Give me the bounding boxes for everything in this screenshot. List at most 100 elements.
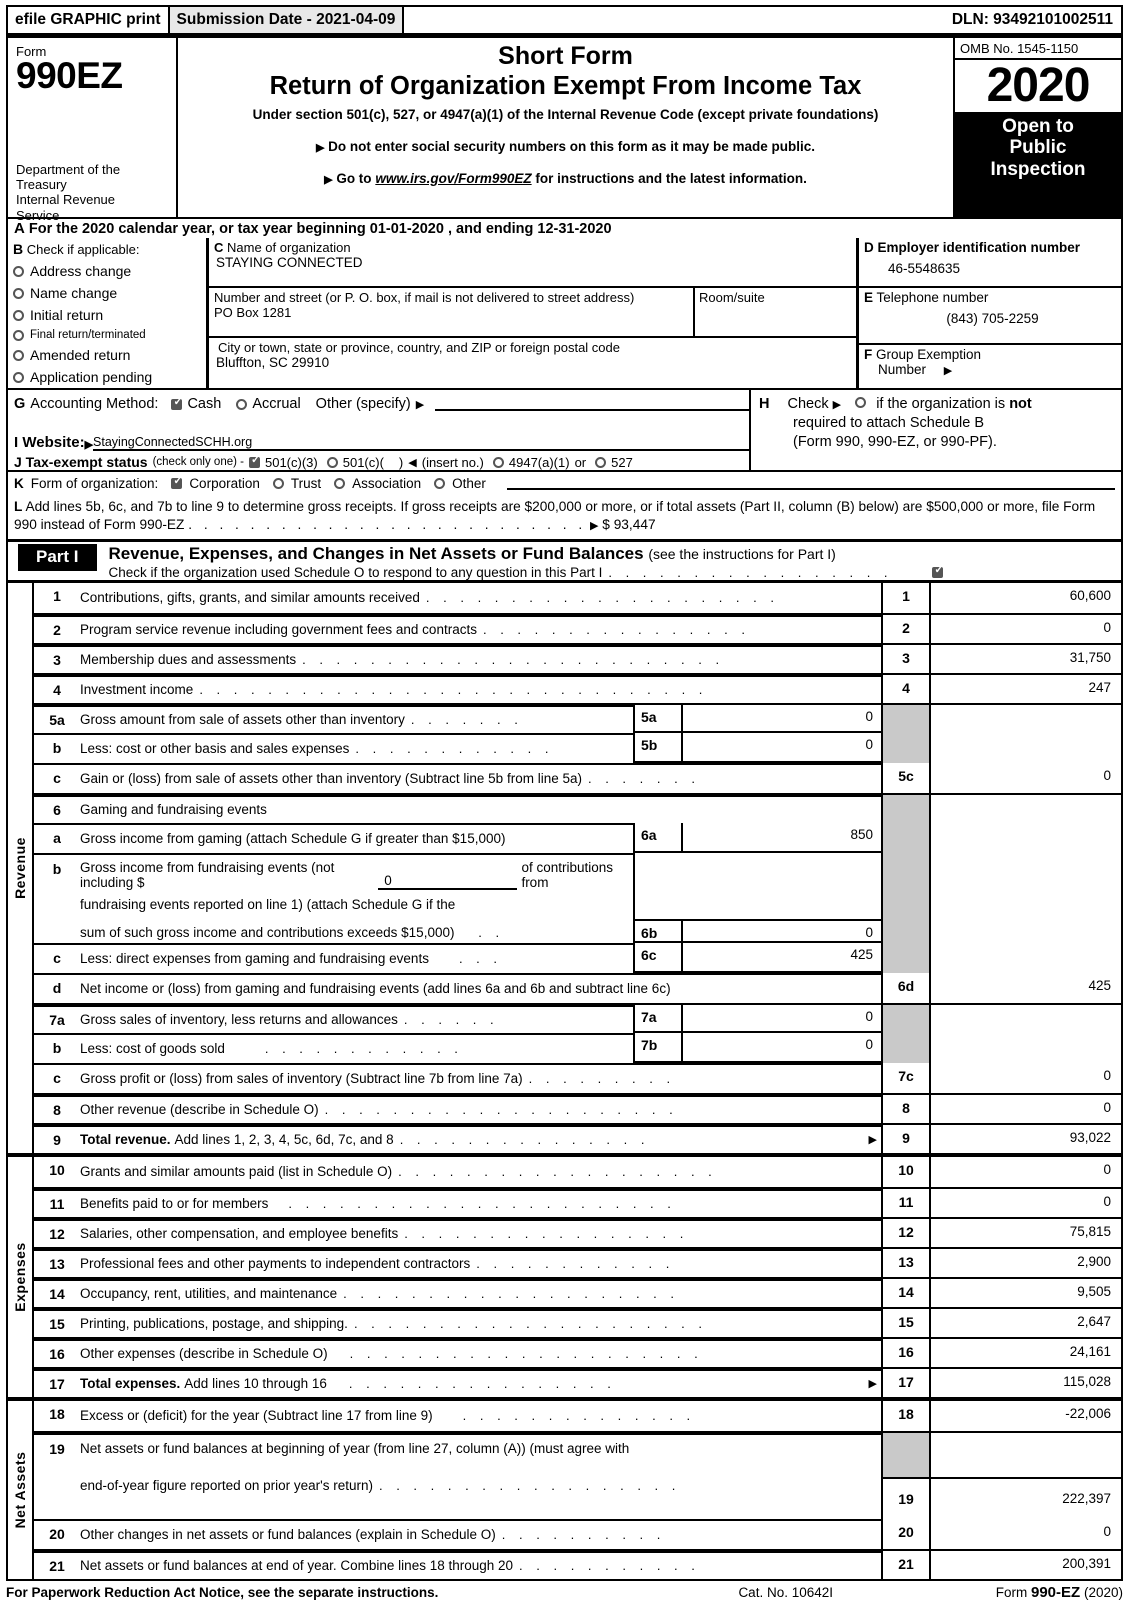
checkbox-icon-final-return[interactable] [13, 329, 24, 341]
row-6b-desc: Gross income from fundraising events (no… [80, 852, 633, 943]
row-1-desc-text: Contributions, gifts, grants, and simila… [80, 590, 420, 606]
checkbox-address-change[interactable]: Address change [13, 263, 206, 279]
footer-form-word: Form [995, 1584, 1028, 1600]
row-6b-line3: sum of such gross income and contributio… [80, 925, 504, 940]
checkbox-icon-501c3[interactable] [248, 455, 260, 468]
row-16-value[interactable]: 24,161 [929, 1338, 1121, 1367]
checkbox-icon-trust[interactable] [272, 478, 284, 489]
checkbox-amended-return[interactable]: Amended return [13, 347, 206, 363]
row-14-value[interactable]: 9,505 [929, 1278, 1121, 1307]
row-6b-box-value[interactable]: 0 [683, 921, 881, 941]
row-1-number: 1 [53, 587, 61, 604]
row-20-col-num: 20 [881, 1518, 929, 1549]
row-20-value[interactable]: 0 [929, 1518, 1121, 1549]
checkbox-icon-501c[interactable] [326, 456, 338, 468]
row-7a-box-value[interactable]: 0 [683, 1005, 881, 1031]
row-8-value[interactable]: 0 [929, 1094, 1121, 1123]
row-16-col-num: 16 [881, 1338, 929, 1367]
ssn-warning-line: ▶ Do not enter social security numbers o… [178, 139, 953, 154]
part-i-schedule-o-row: Check if the organization used Schedule … [109, 565, 944, 580]
row-13-value[interactable]: 2,900 [929, 1248, 1121, 1277]
line-a-text: For the 2020 calendar year, or tax year … [28, 221, 612, 237]
checkbox-icon-amended-return[interactable] [13, 349, 24, 361]
row-17-value[interactable]: 115,028 [929, 1368, 1121, 1397]
checkbox-icon-4947a1[interactable] [492, 456, 504, 468]
label-amended-return: Amended return [30, 347, 131, 363]
checkbox-icon-accrual[interactable] [236, 398, 248, 410]
checkbox-icon-corporation[interactable] [171, 476, 183, 489]
row-6d-number: d [34, 972, 80, 1003]
row-5a-box-value[interactable]: 0 [683, 705, 881, 731]
checkbox-icon-name-change[interactable] [13, 287, 24, 299]
section-h-line1: H Check ▶ if the organization is not [759, 395, 1121, 414]
table-row-2: 2 Program service revenue including gove… [34, 612, 1121, 643]
row-3-value[interactable]: 31,750 [929, 644, 1121, 673]
row-7b-box-value[interactable]: 0 [683, 1033, 881, 1061]
row-13-number: 13 [34, 1248, 80, 1277]
row-7b-leader: . . . . . . . . . . . . [264, 1041, 463, 1057]
row-9-value[interactable]: 93,022 [929, 1124, 1121, 1153]
checkbox-icon-initial-return[interactable] [13, 309, 24, 321]
row-17-leader: . . . . . . . . . . . . . . . . [348, 1376, 616, 1392]
row-3-col-num: 3 [881, 644, 929, 673]
checkbox-initial-return[interactable]: Initial return [13, 307, 206, 323]
row-18-value[interactable]: -22,006 [929, 1400, 1121, 1431]
row-1-value[interactable]: 60,600 [929, 582, 1121, 613]
other-specify-input[interactable] [435, 397, 749, 411]
checkbox-icon-schedule-o[interactable] [932, 565, 944, 578]
triangle-icon-l: ▶ [590, 520, 599, 533]
checkbox-icon-527[interactable] [595, 456, 607, 468]
row-2-value[interactable]: 0 [929, 614, 1121, 643]
checkbox-final-return[interactable]: Final return/terminated [13, 329, 206, 341]
row-5c-value[interactable]: 0 [929, 762, 1121, 793]
revenue-rows: 1 Contributions, gifts, grants, and simi… [34, 582, 1121, 1153]
row-7b-value-blank [929, 1032, 1121, 1063]
row-5a-number: 5a [34, 704, 80, 733]
checkbox-icon-address-change[interactable] [13, 265, 24, 277]
row-6a-inner-box: 6a 850 [633, 822, 881, 853]
checkbox-icon-other-k[interactable] [434, 478, 446, 489]
row-6a-value-blank [929, 822, 1121, 853]
row-5b-box-value[interactable]: 0 [683, 733, 881, 761]
checkbox-application-pending[interactable]: Application pending [13, 369, 206, 385]
street-label: Number and street (or P. O. box, if mail… [214, 290, 635, 306]
other-org-input[interactable] [506, 478, 1115, 490]
row-11-value[interactable]: 0 [929, 1188, 1121, 1217]
website-value[interactable]: StayingConnectedSCHH.org [93, 435, 749, 451]
row-12-value[interactable]: 75,815 [929, 1218, 1121, 1247]
city-value: Bluffton, SC 29910 [216, 355, 330, 371]
section-k-label: Form of organization: [30, 476, 159, 491]
checkbox-icon-application-pending[interactable] [13, 371, 24, 383]
row-7c-value[interactable]: 0 [929, 1062, 1121, 1093]
checkbox-name-change[interactable]: Name change [13, 285, 206, 301]
section-h-line3: (Form 990, 990-EZ, or 990-PF). [793, 433, 997, 450]
triangle-icon-website: ▶ [84, 439, 94, 451]
checkbox-icon-cash[interactable] [171, 397, 183, 410]
table-row-8: 8 Other revenue (describe in Schedule O)… [34, 1092, 1121, 1123]
irs-form-link[interactable]: www.irs.gov/Form990EZ [375, 171, 531, 186]
row-6d-value[interactable]: 425 [929, 972, 1121, 1003]
row-6b-inline-value[interactable]: 0 [378, 873, 518, 890]
row-7a-box-label: 7a [635, 1004, 683, 1031]
triangle-icon-2: ▶ [324, 173, 333, 186]
row-8-number: 8 [34, 1094, 80, 1123]
row-19-value[interactable]: 222,397 [931, 1476, 1121, 1519]
revenue-sidebar-text: Revenue [12, 837, 28, 899]
row-7b-col-shade [881, 1032, 929, 1063]
row-6b-box-column: 6b 0 [633, 852, 881, 943]
row-10-value[interactable]: 0 [929, 1156, 1121, 1187]
row-12-desc-text: Salaries, other compensation, and employ… [80, 1226, 399, 1242]
row-1-col-num: 1 [881, 582, 929, 613]
row-6c-box-value[interactable]: 425 [683, 943, 881, 971]
row-15-value[interactable]: 2,647 [929, 1308, 1121, 1337]
row-4-value[interactable]: 247 [929, 674, 1121, 703]
row-6a-box-value[interactable]: 850 [683, 823, 881, 851]
row-6a-desc-text: Gross income from gaming (attach Schedul… [80, 831, 506, 847]
triangle-icon-h: ▶ [832, 399, 842, 411]
row-16-number: 16 [34, 1338, 80, 1367]
checkbox-icon-association[interactable] [334, 478, 346, 489]
row-21-value[interactable]: 200,391 [929, 1550, 1121, 1579]
checkbox-icon-schedule-b[interactable] [855, 397, 867, 408]
row-7c-number: c [34, 1062, 80, 1093]
goto-prefix: Go to [336, 170, 372, 186]
